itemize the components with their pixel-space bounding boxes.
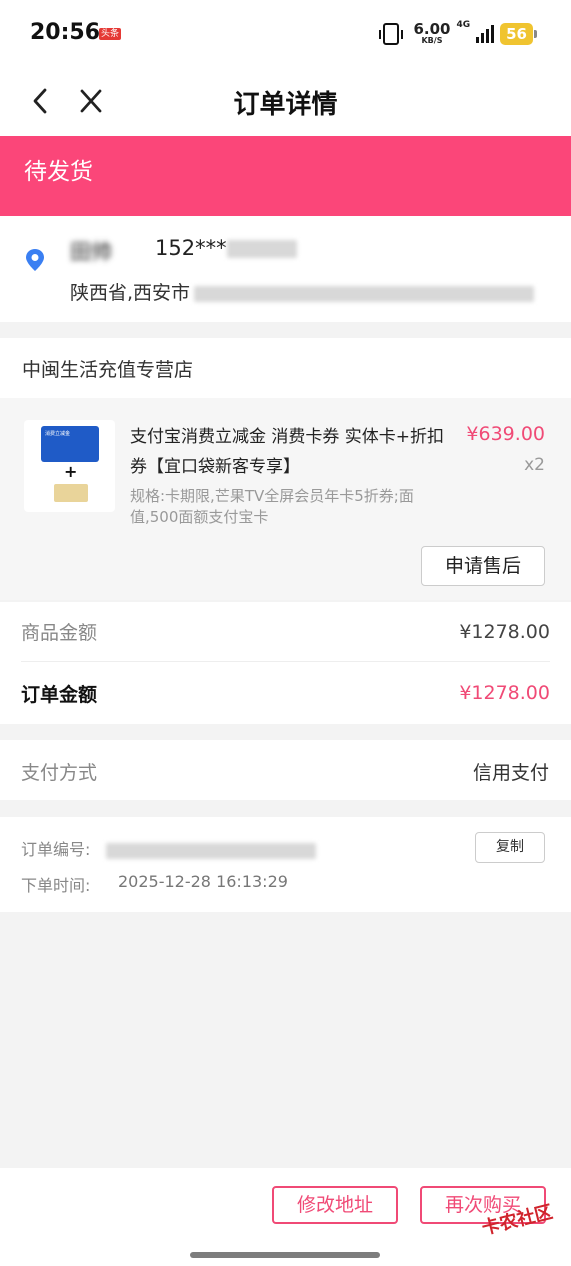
signal-icon: [476, 24, 495, 43]
goods-amount-value: ¥1278.00: [459, 620, 550, 643]
battery-icon: 56: [500, 22, 537, 45]
product-title[interactable]: 支付宝消费立减金 消费卡券 实体卡+折扣券【宜口袋新客专享】: [130, 422, 450, 482]
aftersale-button[interactable]: 申请售后: [421, 546, 545, 586]
payment-value: 信用支付: [472, 762, 549, 784]
product-spec: 规格:卡期限,芒果TV全屏会员年卡5折券;面值,500面额支付宝卡: [130, 487, 414, 526]
product-item[interactable]: 消费立减金 + 支付宝消费立减金 消费卡券 实体卡+折扣券【宜口袋新客专享】 ¥…: [0, 398, 571, 600]
goods-amount-label: 商品金额: [21, 622, 98, 644]
payment-label: 支付方式: [21, 762, 98, 784]
order-amount-label: 订单金额: [21, 683, 98, 706]
product-price: ¥639.00: [466, 423, 545, 445]
bottom-bar: 修改地址 再次购买 卡农社区: [0, 1168, 571, 1266]
order-info-card: 订单编号: 复制 下单时间: 2025-12-28 16:13:29: [0, 817, 571, 912]
address-card[interactable]: 田帅 152*** 陕西省,西安市: [0, 216, 571, 322]
vibrate-icon: [379, 22, 404, 45]
order-status-banner: 待发货: [0, 136, 571, 216]
copy-button[interactable]: 复制: [475, 832, 545, 863]
status-bar: 20:56 头条 6.00 KB/S 4G 56: [0, 0, 571, 66]
plus-icon: +: [64, 462, 78, 481]
order-number-label: 订单编号:: [21, 836, 317, 860]
goods-amount-row: 商品金额 ¥1278.00: [21, 602, 550, 662]
payment-card: 支付方式 信用支付: [0, 740, 571, 800]
address-line: 陕西省,西安市: [70, 278, 535, 305]
order-time-value: 2025-12-28 16:13:29: [118, 872, 288, 891]
product-quantity: x2: [524, 455, 545, 475]
status-icons: 6.00 KB/S 4G 56: [379, 20, 537, 45]
home-indicator[interactable]: [190, 1252, 380, 1258]
order-amount-row: 订单金额 ¥1278.00: [21, 663, 550, 723]
edit-address-button[interactable]: 修改地址: [272, 1186, 398, 1224]
status-time: 20:56: [30, 20, 101, 45]
store-card: 中闽生活充值专营店 消费立减金 + 支付宝消费立减金 消费卡券 实体卡+折扣券【…: [0, 338, 571, 600]
page-title: 订单详情: [233, 90, 338, 120]
amount-card: 商品金额 ¥1278.00 订单金额 ¥1278.00: [0, 602, 571, 724]
order-amount-value: ¥1278.00: [459, 682, 550, 704]
recipient-phone: 152***: [155, 236, 297, 260]
recipient-name: 田帅: [70, 240, 112, 264]
order-time-label: 下单时间:: [21, 876, 91, 895]
product-thumbnail[interactable]: 消费立减金 +: [24, 420, 115, 512]
nav-bar: 订单详情: [0, 66, 571, 136]
location-icon: [24, 248, 46, 276]
network-type: 4G: [456, 20, 471, 30]
coupon-image: [54, 484, 88, 502]
news-badge: 头条: [99, 28, 122, 40]
network-speed: 6.00 KB/S: [413, 20, 451, 45]
card-image: 消费立减金: [41, 426, 99, 462]
store-name[interactable]: 中闽生活充值专营店: [22, 355, 193, 382]
